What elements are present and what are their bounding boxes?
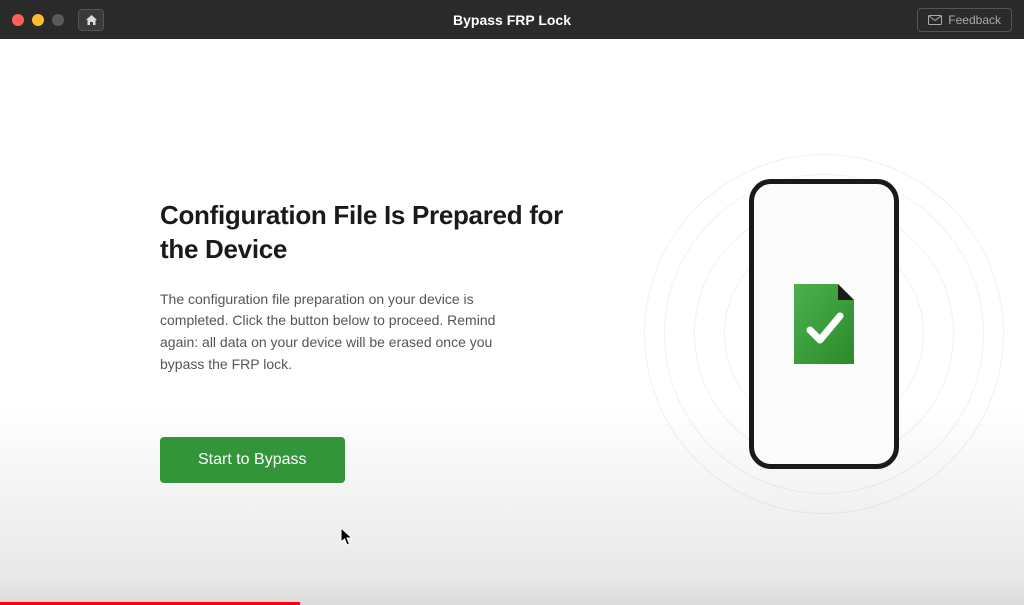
- phone-illustration: [724, 179, 924, 489]
- mail-icon: [928, 15, 942, 25]
- start-bypass-button[interactable]: Start to Bypass: [160, 437, 345, 483]
- phone-frame: [749, 179, 899, 469]
- cursor-icon: [340, 527, 354, 547]
- home-button[interactable]: [78, 9, 104, 31]
- feedback-label: Feedback: [948, 13, 1001, 27]
- home-icon: [85, 14, 98, 26]
- file-check-icon: [792, 282, 856, 366]
- page-description: The configuration file preparation on yo…: [160, 289, 520, 376]
- window-title: Bypass FRP Lock: [453, 12, 571, 28]
- close-window-button[interactable]: [12, 14, 24, 26]
- feedback-button[interactable]: Feedback: [917, 8, 1012, 32]
- main-content: Configuration File Is Prepared for the D…: [0, 39, 1024, 605]
- left-panel: Configuration File Is Prepared for the D…: [160, 199, 580, 605]
- maximize-window-button[interactable]: [52, 14, 64, 26]
- titlebar: Bypass FRP Lock Feedback: [0, 0, 1024, 39]
- traffic-lights: [12, 14, 64, 26]
- page-heading: Configuration File Is Prepared for the D…: [160, 199, 580, 267]
- minimize-window-button[interactable]: [32, 14, 44, 26]
- illustration-panel: [724, 179, 924, 489]
